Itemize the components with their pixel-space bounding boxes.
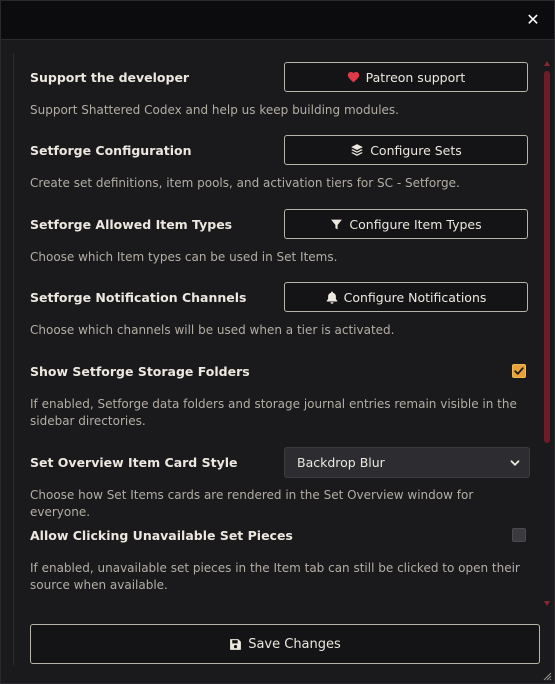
configure-notifications-button[interactable]: Configure Notifications: [284, 282, 528, 312]
patreon-support-button[interactable]: Patreon support: [284, 62, 528, 92]
setting-label: Support the developer: [30, 70, 190, 85]
setting-label: Show Setforge Storage Folders: [30, 364, 250, 379]
setting-row-unavailable-pieces: Allow Clicking Unavailable Set Pieces If…: [30, 520, 530, 594]
window-titlebar: ✕: [1, 1, 554, 40]
button-label: Save Changes: [248, 636, 341, 652]
setting-label: Set Overview Item Card Style: [30, 455, 238, 470]
settings-body: Support the developer Patreon support Su…: [13, 53, 550, 665]
setting-row-configuration: Setforge Configuration Configure Sets Cr…: [30, 135, 530, 192]
layers-icon: [351, 144, 364, 156]
setting-hint: If enabled, unavailable set pieces in th…: [30, 561, 520, 592]
configure-item-types-button[interactable]: Configure Item Types: [284, 209, 528, 239]
close-icon[interactable]: ✕: [524, 11, 542, 29]
setting-row-card-style: Set Overview Item Card Style Backdrop Bl…: [30, 447, 530, 521]
storage-folders-checkbox[interactable]: [512, 364, 526, 378]
heart-icon: [347, 72, 359, 83]
scrollbar-thumb[interactable]: [544, 71, 550, 443]
setting-hint: Choose which Item types can be used in S…: [30, 250, 338, 264]
setting-label: Allow Clicking Unavailable Set Pieces: [30, 528, 293, 543]
scroll-down-icon[interactable]: [544, 601, 550, 606]
unavailable-pieces-checkbox[interactable]: [512, 528, 526, 542]
resize-grip-icon[interactable]: [542, 671, 552, 681]
checkmark-icon: [514, 367, 524, 375]
setting-row-item-types: Setforge Allowed Item Types Configure It…: [30, 209, 530, 266]
save-changes-button[interactable]: Save Changes: [30, 624, 540, 664]
setting-hint: Choose how Set Items cards are rendered …: [30, 488, 474, 519]
button-label: Patreon support: [365, 69, 466, 85]
setting-label: Setforge Configuration: [30, 143, 192, 158]
button-label: Configure Item Types: [349, 216, 482, 232]
setting-hint: Choose which channels will be used when …: [30, 323, 395, 337]
setting-row-notifications: Setforge Notification Channels Configure…: [30, 282, 530, 339]
card-style-select[interactable]: Backdrop Blur: [284, 447, 530, 478]
button-label: Configure Notifications: [343, 289, 487, 305]
configure-sets-button[interactable]: Configure Sets: [284, 135, 528, 165]
setting-hint: Create set definitions, item pools, and …: [30, 176, 460, 190]
scroll-up-icon[interactable]: [544, 61, 550, 66]
chevron-down-icon: [510, 460, 520, 466]
setting-row-storage-folders: Show Setforge Storage Folders If enabled…: [30, 356, 530, 430]
setting-row-support: Support the developer Patreon support Su…: [30, 62, 530, 119]
settings-list: Support the developer Patreon support Su…: [14, 53, 541, 611]
select-value: Backdrop Blur: [297, 455, 385, 470]
settings-window: ✕ Support the developer Patreon support …: [0, 0, 555, 684]
setting-hint: Support Shattered Codex and help us keep…: [30, 103, 399, 117]
scrollbar[interactable]: [544, 61, 550, 606]
bell-icon: [326, 291, 337, 304]
button-label: Configure Sets: [370, 142, 462, 158]
save-icon: [230, 638, 242, 650]
setting-hint: If enabled, Setforge data folders and st…: [30, 397, 517, 428]
setting-label: Setforge Allowed Item Types: [30, 217, 233, 232]
setting-label: Setforge Notification Channels: [30, 290, 247, 305]
filter-icon: [331, 219, 343, 229]
